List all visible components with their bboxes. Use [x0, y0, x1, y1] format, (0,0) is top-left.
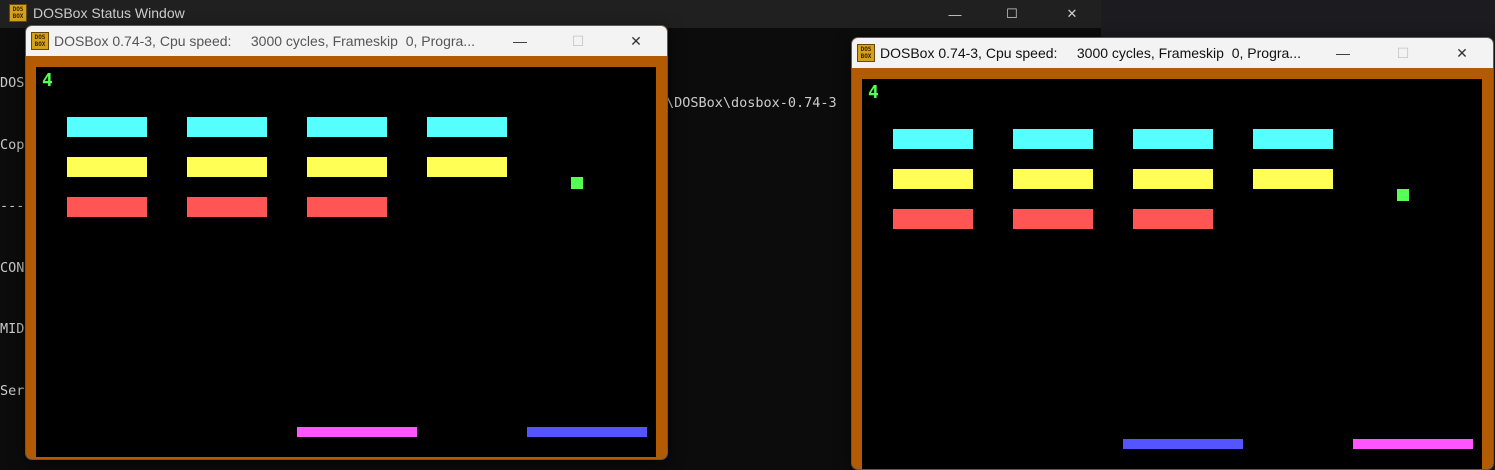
console-path-text: \DOSBox\dosbox-0.74-3 [666, 95, 837, 111]
dosbox-window-left[interactable]: DOS BOX DOSBox 0.74-3, Cpu speed: 3000 cy… [25, 25, 668, 460]
dosbox-titlebar-right: DOS BOX DOSBox 0.74-3, Cpu speed: 3000 cy… [852, 38, 1493, 68]
dosbox-app-icon: DOS BOX [31, 32, 49, 50]
brick-red [1133, 209, 1213, 229]
brick-cyan [307, 117, 387, 137]
dosbox-window-title: DOSBox 0.74-3, Cpu speed: 3000 cycles, F… [880, 45, 1301, 61]
score-counter: 4 [868, 82, 879, 103]
brick-cyan [893, 129, 973, 149]
maximize-button: ☐ [571, 32, 585, 49]
brick-yellow [427, 157, 507, 177]
minimize-button[interactable]: — [497, 26, 543, 56]
brick-yellow [187, 157, 267, 177]
ball [1397, 189, 1409, 201]
minimize-button[interactable]: — [935, 0, 975, 28]
maximize-button: ☐ [1396, 44, 1410, 61]
close-button[interactable]: ✕ [1052, 0, 1092, 28]
brick-yellow [67, 157, 147, 177]
brick-cyan [67, 117, 147, 137]
score-counter: 4 [42, 70, 53, 91]
close-button[interactable]: ✕ [613, 26, 659, 56]
dosbox-titlebar-left: DOS BOX DOSBox 0.74-3, Cpu speed: 3000 cy… [26, 26, 667, 56]
brick-red [187, 197, 267, 217]
dosbox-app-icon: DOS BOX [857, 44, 875, 62]
brick-yellow [1013, 169, 1093, 189]
brick-red [67, 197, 147, 217]
paddle-blue [527, 427, 647, 437]
game-screen[interactable]: 4 [36, 67, 656, 457]
minimize-button[interactable]: — [1320, 38, 1366, 68]
brick-cyan [1133, 129, 1213, 149]
brick-red [1013, 209, 1093, 229]
brick-cyan [187, 117, 267, 137]
maximize-button[interactable]: ☐ [992, 0, 1032, 28]
status-window-title: DOSBox Status Window [33, 5, 185, 21]
dosbox-app-icon: DOS BOX [9, 4, 27, 22]
dosbox-window-right[interactable]: DOS BOX DOSBox 0.74-3, Cpu speed: 3000 cy… [851, 37, 1494, 470]
paddle-blue [1123, 439, 1243, 449]
brick-red [307, 197, 387, 217]
brick-yellow [1133, 169, 1213, 189]
paddle-pink [1353, 439, 1473, 449]
brick-yellow [307, 157, 387, 177]
brick-red [893, 209, 973, 229]
game-screen[interactable]: 4 [862, 79, 1482, 469]
paddle-pink [297, 427, 417, 437]
close-button[interactable]: ✕ [1439, 38, 1485, 68]
ball [571, 177, 583, 189]
brick-cyan [1013, 129, 1093, 149]
status-titlebar: DOS BOX DOSBox Status Window — ☐ ✕ [0, 0, 1101, 28]
brick-cyan [427, 117, 507, 137]
dosbox-window-title: DOSBox 0.74-3, Cpu speed: 3000 cycles, F… [54, 33, 475, 49]
brick-yellow [893, 169, 973, 189]
brick-yellow [1253, 169, 1333, 189]
brick-cyan [1253, 129, 1333, 149]
